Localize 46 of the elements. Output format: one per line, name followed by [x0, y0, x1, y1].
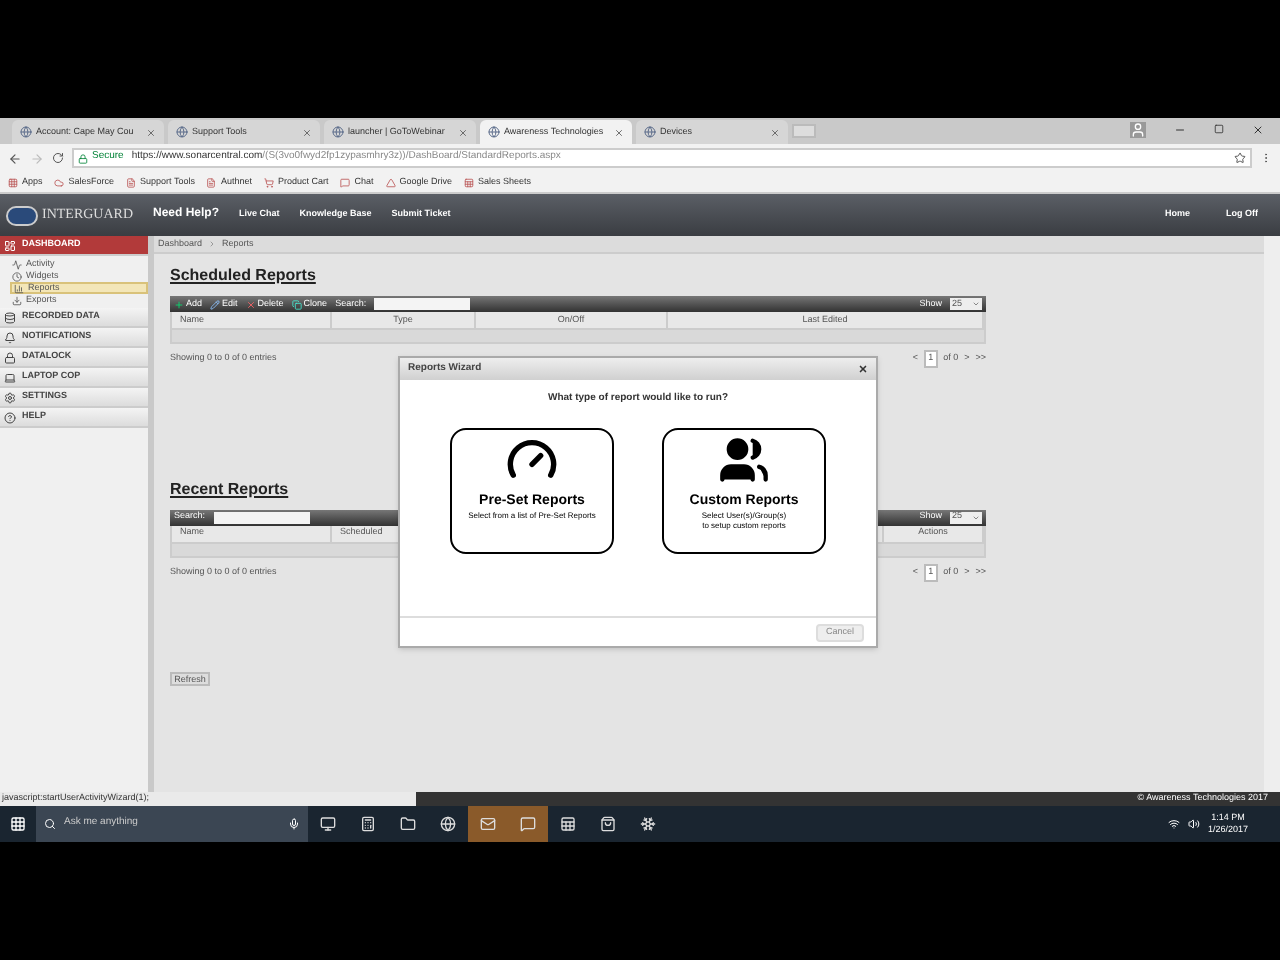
logo-icon [6, 205, 38, 225]
microphone-icon [288, 818, 300, 830]
cart-icon [263, 177, 274, 187]
section-title: Scheduled Reports [170, 266, 316, 286]
clock-icon [12, 271, 22, 281]
page-icon [206, 177, 217, 187]
sheet-icon [464, 177, 475, 187]
globe-icon [20, 126, 32, 138]
close-icon[interactable] [858, 364, 868, 374]
dashboard-icon [4, 239, 16, 251]
page-icon [126, 177, 137, 187]
database-icon [4, 311, 16, 323]
speaker-icon[interactable] [1187, 818, 1200, 830]
maximize-icon[interactable] [1214, 124, 1224, 134]
bell-icon [4, 331, 16, 343]
download-icon [12, 295, 22, 305]
copy-icon [291, 299, 302, 309]
profile-icon[interactable] [1130, 122, 1146, 138]
bookmark-star-icon[interactable] [1234, 152, 1246, 164]
lock-icon [4, 351, 16, 363]
triangle-icon [385, 177, 396, 187]
lock-icon [78, 153, 88, 163]
help-icon [4, 411, 16, 423]
search-field[interactable] [374, 298, 471, 310]
section-title: Recent Reports [170, 479, 289, 500]
chat-icon [340, 177, 351, 187]
cloud-icon [54, 177, 65, 187]
laptop-icon [4, 371, 16, 383]
back-icon[interactable] [8, 151, 22, 165]
globe-icon [644, 126, 656, 138]
globe-icon [488, 126, 500, 138]
globe-icon [332, 126, 344, 138]
activity-icon [12, 259, 22, 269]
close-icon[interactable] [1252, 124, 1264, 136]
bar-chart-icon [14, 283, 24, 293]
search-icon [44, 818, 56, 830]
globe-icon [176, 126, 188, 138]
pencil-icon [210, 299, 221, 309]
reload-icon[interactable] [52, 152, 64, 164]
minimize-icon[interactable] [1174, 124, 1186, 136]
settings-icon [4, 391, 16, 403]
grid-icon [8, 177, 18, 187]
people-icon [718, 433, 770, 485]
wifi-icon[interactable] [1167, 818, 1180, 830]
plus-icon [174, 299, 184, 309]
search-field[interactable] [213, 511, 310, 524]
